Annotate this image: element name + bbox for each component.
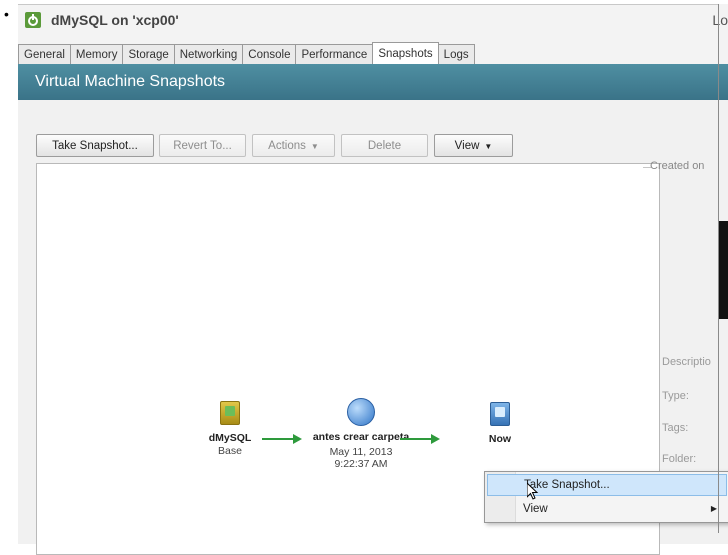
tab-snapshots[interactable]: Snapshots — [372, 42, 439, 64]
revert-to-label: Revert To... — [173, 140, 232, 152]
tab-general[interactable]: General — [18, 44, 71, 64]
take-snapshot-label: Take Snapshot... — [52, 140, 138, 152]
folder-label: Folder: — [662, 453, 697, 465]
tab-strip: General Memory Storage Networking Consol… — [18, 42, 475, 64]
actions-dropdown[interactable]: Actions ▼ — [252, 134, 335, 157]
tab-performance[interactable]: Performance — [295, 44, 374, 64]
tab-networking[interactable]: Networking — [173, 44, 244, 64]
tab-logs[interactable]: Logs — [437, 44, 475, 64]
created-on-header: Created on — [650, 160, 705, 172]
vm-current-icon — [490, 402, 510, 426]
tags-label: Tags: — [662, 422, 689, 434]
node-time: 9:22:37 AM — [334, 458, 388, 470]
delete-label: Delete — [367, 140, 402, 152]
node-subtitle: Base — [218, 445, 242, 457]
node-name: antes crear carpeta — [312, 431, 410, 443]
tab-storage[interactable]: Storage — [122, 44, 175, 64]
window-border — [718, 4, 719, 533]
caret-down-icon: ▼ — [484, 142, 493, 151]
vm-running-icon — [25, 12, 41, 28]
type-label: Type: — [662, 390, 689, 402]
node-name: Now — [488, 433, 512, 445]
snapshot-node-base[interactable]: dMySQL Base — [180, 401, 280, 457]
take-snapshot-button[interactable]: Take Snapshot... — [36, 134, 154, 157]
actions-label: Actions — [268, 140, 306, 152]
description-label: Descriptio — [662, 356, 711, 368]
snapshot-node-now[interactable]: Now — [450, 402, 550, 446]
mouse-cursor-icon — [527, 483, 539, 500]
snapshot-icon — [347, 398, 375, 426]
context-menu: Take Snapshot... View ▶ — [484, 471, 728, 523]
login-label: Lo — [712, 12, 728, 28]
tab-memory[interactable]: Memory — [69, 44, 124, 64]
window-title: dMySQL on 'xcp00' — [51, 12, 179, 28]
menu-item-label: View — [523, 503, 548, 515]
revert-to-button[interactable]: Revert To... — [159, 134, 246, 157]
title-bar: dMySQL on 'xcp00' Lo — [18, 4, 728, 42]
view-dropdown[interactable]: View ▼ — [434, 134, 513, 157]
caret-down-icon: ▼ — [310, 142, 319, 151]
section-banner: Virtual Machine Snapshots — [18, 64, 728, 100]
vm-template-icon — [220, 401, 240, 425]
window-border — [18, 4, 718, 5]
snapshot-node-antes-crear-carpeta[interactable]: antes crear carpeta May 11, 2013 9:22:37… — [311, 398, 411, 470]
list-bullet: • — [4, 6, 9, 22]
connector-arrow-icon — [400, 434, 440, 444]
snapshot-thumbnail — [718, 221, 728, 319]
delete-button[interactable]: Delete — [341, 134, 428, 157]
connector-arrow-icon — [262, 434, 302, 444]
menu-item-take-snapshot[interactable]: Take Snapshot... — [487, 474, 727, 496]
view-label: View — [454, 140, 480, 152]
submenu-arrow-icon: ▶ — [710, 504, 717, 513]
node-date: May 11, 2013 — [329, 446, 393, 458]
section-title: Virtual Machine Snapshots — [35, 73, 226, 90]
tab-console[interactable]: Console — [242, 44, 297, 64]
menu-item-view[interactable]: View ▶ — [487, 498, 727, 520]
